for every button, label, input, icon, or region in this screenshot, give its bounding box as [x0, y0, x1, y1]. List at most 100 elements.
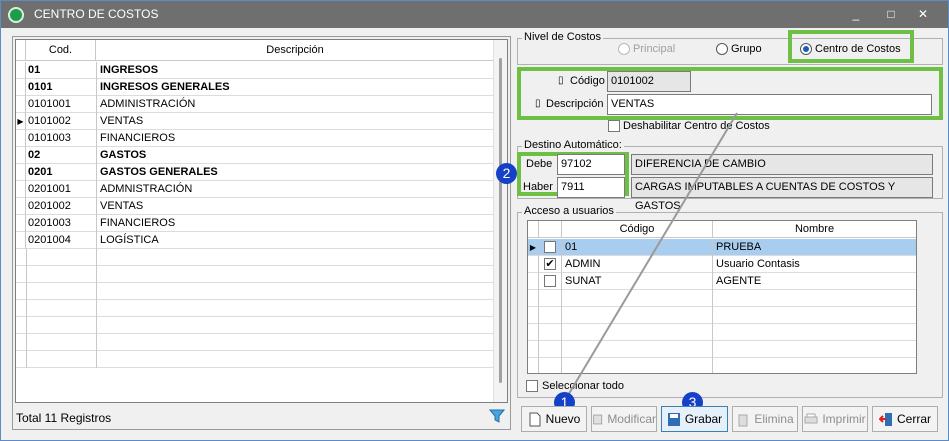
grid-header: Cod. Descripción	[16, 40, 494, 61]
row-indicator-header	[16, 40, 26, 61]
radio-grupo[interactable]: Grupo	[716, 43, 762, 55]
user-access-checkbox[interactable]: ✔	[544, 258, 556, 270]
save-icon	[667, 412, 680, 426]
radio-grupo-label: Grupo	[731, 43, 762, 55]
cell-cod: 0201002	[28, 200, 71, 212]
radio-centro-costos[interactable]: Centro de Costos	[800, 43, 901, 55]
cell-descripcion: INGRESOS GENERALES	[96, 79, 494, 96]
row-indicator	[16, 79, 26, 96]
codigo-marker: ▯	[558, 75, 564, 86]
minimize-button[interactable]: _	[843, 5, 869, 23]
cell-cod: 02	[28, 149, 41, 161]
empty-row	[16, 317, 494, 334]
modificar-label: Modificar	[607, 412, 656, 426]
radio-centro-costos-dot	[800, 43, 812, 55]
cell-cod: 0201001	[28, 183, 71, 195]
filter-icon[interactable]	[489, 408, 505, 424]
cell-cod: 0201004	[28, 234, 71, 246]
row-indicator	[16, 130, 26, 147]
grabar-button[interactable]: Grabar	[661, 406, 728, 432]
row-indicator	[528, 256, 539, 273]
grid-rows: 01 INGRESOS 0101 INGRESOS GENERALES 0101001 A…	[16, 62, 494, 368]
column-header-descripcion[interactable]: Descripción	[96, 40, 494, 61]
codigo-field[interactable]: 0101002	[607, 71, 691, 92]
scrollbar-thumb[interactable]	[499, 58, 502, 383]
codigo-label: Código	[570, 75, 605, 87]
user-access-checkbox[interactable]	[544, 241, 556, 253]
table-row[interactable]: 0201004 LOGÍSTICA	[16, 232, 494, 249]
empty-row	[16, 283, 494, 300]
grid-scrollbar[interactable]	[493, 40, 507, 402]
modificar-button[interactable]: Modificar	[591, 406, 657, 432]
empty-row	[16, 351, 494, 368]
table-row[interactable]: 0101001 ADMINISTRACIÓN	[16, 96, 494, 113]
empty-row	[16, 249, 494, 266]
annotation-connector-line	[566, 112, 738, 398]
cell-cod: 0101001	[28, 98, 71, 110]
table-row[interactable]: 0101003 FINANCIEROS	[16, 130, 494, 147]
cell-descripcion: VENTAS	[96, 198, 494, 215]
nivel-costos-label: Nivel de Costos	[522, 31, 604, 43]
descripcion-marker: ▯	[535, 98, 541, 109]
table-row[interactable]: ▶ 0101002 VENTAS	[16, 113, 494, 130]
new-document-icon	[529, 412, 541, 426]
select-all-checkbox[interactable]	[526, 380, 538, 392]
table-row[interactable]: 0201002 VENTAS	[16, 198, 494, 215]
row-indicator	[16, 198, 26, 215]
row-indicator	[16, 181, 26, 198]
user-access-cell: ✔	[539, 256, 562, 273]
users-indicator-header	[528, 221, 539, 238]
radio-centro-costos-label: Centro de Costos	[815, 43, 901, 55]
row-indicator	[16, 232, 26, 249]
user-access-checkbox[interactable]	[544, 275, 556, 287]
nuevo-button[interactable]: Nuevo	[521, 406, 587, 432]
table-row[interactable]: 01 INGRESOS	[16, 62, 494, 79]
row-indicator	[16, 215, 26, 232]
cell-descripcion: GASTOS GENERALES	[96, 164, 494, 181]
title-bar[interactable]: CENTRO DE COSTOS _ □ ✕	[1, 1, 948, 28]
cell-cod: 0101002	[28, 115, 71, 127]
cerrar-button[interactable]: Cerrar	[872, 406, 938, 432]
imprimir-button[interactable]: Imprimir	[802, 406, 868, 432]
window-title: CENTRO DE COSTOS	[34, 7, 159, 21]
cost-center-list-panel: Cod. Descripción 01 INGRESOS 0101 INGRESOS …	[12, 36, 511, 430]
cell-descripcion: LOGÍSTICA	[96, 232, 494, 249]
annotation-badge-2: 2	[496, 163, 517, 184]
exit-door-icon	[878, 412, 892, 426]
cell-cod: 0101003	[28, 132, 71, 144]
user-access-cell	[539, 273, 562, 290]
elimina-button[interactable]: Elimina	[732, 406, 798, 432]
table-row[interactable]: 0201001 ADMNISTRACIÓN	[16, 181, 494, 198]
column-header-cod[interactable]: Cod.	[26, 40, 96, 61]
cell-descripcion: ADMINISTRACIÓN	[96, 96, 494, 113]
cell-cod: 01	[28, 64, 41, 76]
cell-descripcion: FINANCIEROS	[96, 215, 494, 232]
close-button[interactable]: ✕	[910, 5, 936, 23]
cell-cod: 0101	[28, 81, 53, 93]
radio-grupo-dot	[716, 43, 728, 55]
cost-center-grid[interactable]: Cod. Descripción 01 INGRESOS 0101 INGRESOS …	[15, 39, 508, 403]
grabar-label: Grabar	[684, 412, 723, 426]
row-indicator	[528, 273, 539, 290]
cell-descripcion: INGRESOS	[96, 62, 494, 79]
total-records: Total 11 Registros	[16, 411, 112, 425]
user-access-cell	[539, 239, 562, 256]
row-indicator	[16, 62, 26, 79]
nuevo-label: Nuevo	[545, 412, 581, 426]
table-row[interactable]: 0201 GASTOS GENERALES	[16, 164, 494, 181]
table-row[interactable]: 0201003 FINANCIEROS	[16, 215, 494, 232]
cell-descripcion: GASTOS	[96, 147, 494, 164]
cerrar-label: Cerrar	[896, 412, 931, 426]
delete-icon	[738, 414, 748, 426]
maximize-button[interactable]: □	[878, 5, 904, 23]
table-row[interactable]: 02 GASTOS	[16, 147, 494, 164]
elimina-label: Elimina	[754, 412, 794, 426]
imprimir-label: Imprimir	[822, 412, 866, 426]
row-indicator: ▶	[528, 239, 539, 256]
empty-row	[16, 334, 494, 351]
cell-descripcion: FINANCIEROS	[96, 130, 494, 147]
row-indicator	[16, 96, 26, 113]
radio-principal[interactable]: Principal	[618, 43, 675, 55]
table-row[interactable]: 0101 INGRESOS GENERALES	[16, 79, 494, 96]
row-indicator: ▶	[16, 113, 26, 130]
